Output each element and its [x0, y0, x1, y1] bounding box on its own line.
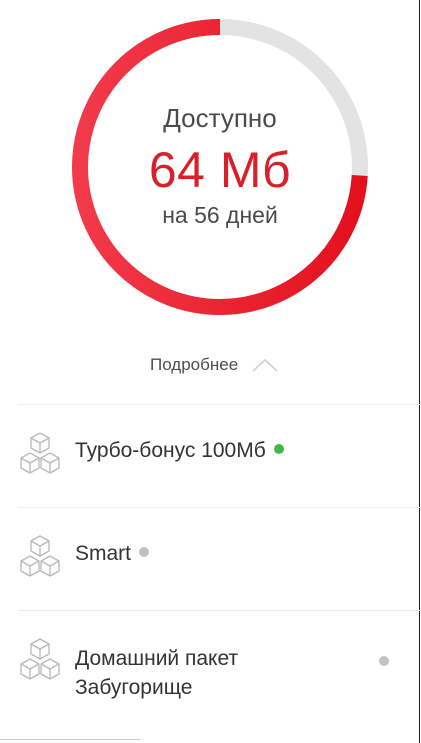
- cubes-icon: [20, 432, 60, 474]
- balance-title: Доступно: [163, 103, 277, 133]
- status-inactive-dot: [379, 656, 389, 666]
- package-item-home-package[interactable]: Домашний пакет Забугорище: [0, 611, 420, 736]
- package-name-line2: Забугорище: [75, 676, 193, 699]
- cubes-icon: [20, 638, 60, 680]
- status-inactive-dot: [139, 547, 150, 558]
- package-name-text: Smart: [75, 542, 132, 565]
- package-name: Smart: [75, 539, 150, 568]
- details-toggle-label: Подробнее: [150, 355, 239, 374]
- balance-gauge: Доступно 64 Мб на 56 дней: [67, 14, 373, 320]
- balance-value: 64 Мб: [148, 142, 292, 198]
- chevron-up-icon: [252, 358, 278, 372]
- package-name: Домашний пакет Забугорище: [75, 644, 238, 702]
- status-active-dot: [273, 444, 284, 455]
- scroll-indicator: [0, 739, 140, 740]
- package-name-line1: Домашний пакет: [75, 647, 239, 670]
- package-name-text: Турбо-бонус 100Мб: [75, 439, 266, 462]
- balance-period: на 56 дней: [162, 202, 278, 228]
- package-item-smart[interactable]: Smart: [0, 508, 420, 610]
- package-name: Турбо-бонус 100Мб: [75, 436, 284, 465]
- balance-summary: Доступно 64 Мб на 56 дней: [67, 14, 373, 320]
- cubes-icon: [20, 535, 60, 577]
- details-toggle[interactable]: Подробнее: [150, 352, 278, 378]
- package-item-turbo-bonus[interactable]: Турбо-бонус 100Мб: [0, 405, 420, 507]
